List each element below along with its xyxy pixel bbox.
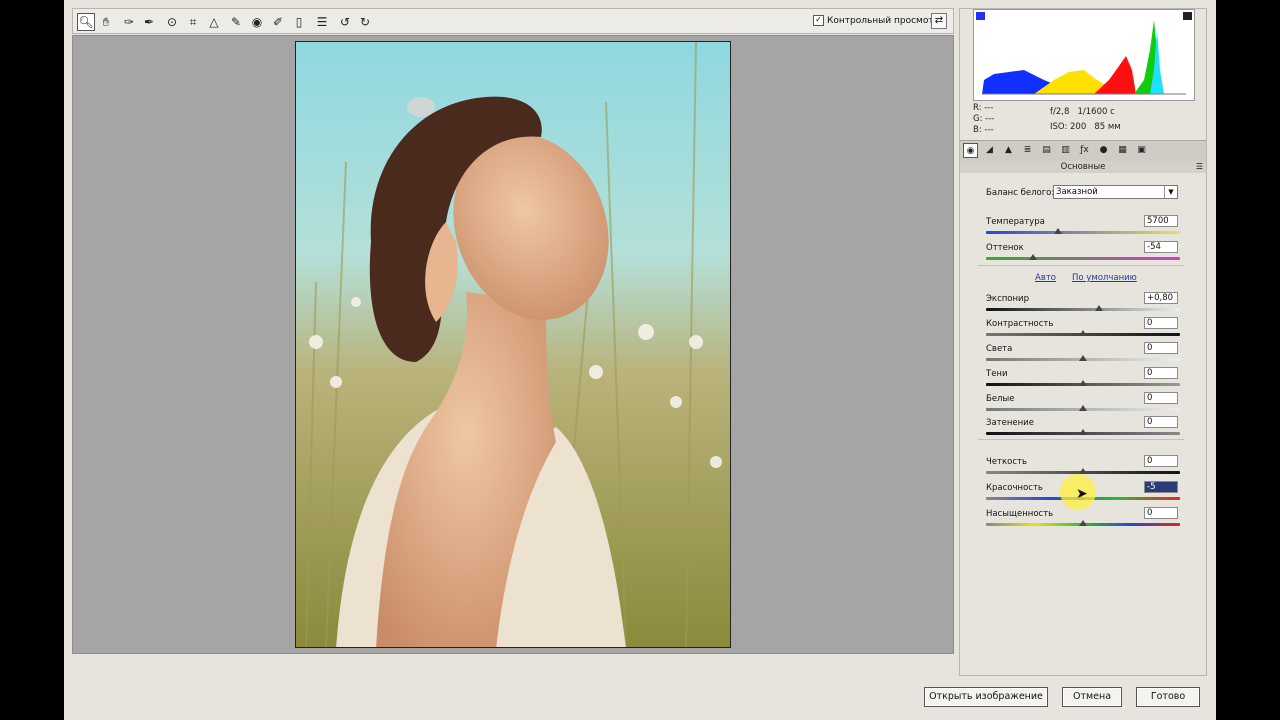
exposure-info: f/2,8 1/1600 с ISO: 200 85 мм	[1050, 107, 1121, 133]
detail-tab-icon[interactable]: ▲	[1001, 143, 1016, 158]
preview-checkbox[interactable]: ✓	[813, 15, 824, 26]
tool-bar: 🔍︎ ✋︎ ✑ ✒ ⊙ ⌗ △ ✎ ◉ ✐ ▯ ☰ ↺ ↻ ✓ Контроль…	[72, 8, 954, 34]
fullscreen-icon[interactable]: ⇄	[931, 13, 947, 29]
divider	[978, 439, 1184, 440]
whites-label: Белые	[986, 394, 1015, 404]
blacks-label: Затенение	[986, 418, 1034, 428]
blacks-slider-thumb[interactable]	[1079, 429, 1087, 435]
clarity-field[interactable]: 0	[1144, 455, 1178, 467]
temperature-label: Температура	[986, 217, 1045, 227]
shadows-field[interactable]: 0	[1144, 367, 1178, 379]
clarity-slider-thumb[interactable]	[1079, 468, 1087, 474]
spot-removal-icon[interactable]: ✎	[227, 13, 245, 31]
color-sampler-icon[interactable]: ✒	[140, 13, 158, 31]
highlights-slider-thumb[interactable]	[1079, 355, 1087, 361]
focal-value: 85 мм	[1094, 122, 1121, 132]
blacks-field[interactable]: 0	[1144, 416, 1178, 428]
rgb-readout: R: --- G: --- B: ---	[973, 103, 994, 136]
photo-preview[interactable]	[295, 41, 731, 648]
red-eye-icon[interactable]: ◉	[248, 13, 266, 31]
default-link[interactable]: По умолчанию	[1072, 273, 1137, 283]
histogram	[973, 9, 1195, 101]
basic-tab-icon[interactable]: ◉	[963, 143, 978, 158]
divider	[978, 265, 1184, 266]
contrast-label: Контрастность	[986, 319, 1054, 329]
aperture-value: f/2,8	[1050, 107, 1070, 117]
white-balance-select[interactable]: Заказной ▼	[1053, 185, 1178, 199]
clarity-label: Четкость	[986, 457, 1027, 467]
crop-icon[interactable]: ⌗	[184, 13, 202, 31]
temperature-slider[interactable]	[986, 231, 1180, 234]
readout-r: R: ---	[973, 103, 994, 113]
tint-slider-thumb[interactable]	[1028, 254, 1037, 260]
split-toning-tab-icon[interactable]: ▤	[1039, 143, 1054, 158]
panel-menu-icon[interactable]: ☰	[1196, 162, 1203, 171]
saturation-slider-thumb[interactable]	[1079, 520, 1087, 526]
saturation-label: Насыщенность	[986, 509, 1054, 519]
highlights-label: Света	[986, 344, 1013, 354]
chevron-down-icon: ▼	[1164, 186, 1177, 198]
zoom-icon[interactable]: 🔍︎	[77, 13, 95, 31]
fx-tab-icon[interactable]: ƒx	[1077, 143, 1092, 158]
contrast-slider-thumb[interactable]	[1079, 330, 1087, 336]
shadows-slider-thumb[interactable]	[1079, 380, 1087, 386]
tint-label: Оттенок	[986, 243, 1024, 253]
auto-link[interactable]: Авто	[1035, 273, 1056, 283]
rotate-left-icon[interactable]: ↺	[336, 13, 354, 31]
white-balance-eyedropper-icon[interactable]: ✑	[120, 13, 138, 31]
tone-curve-tab-icon[interactable]: ◢	[982, 143, 997, 158]
preview-toggle[interactable]: ✓ Контрольный просмотр	[813, 15, 939, 26]
adjustment-brush-icon[interactable]: ✐	[269, 13, 287, 31]
saturation-field[interactable]: 0	[1144, 507, 1178, 519]
readout-b: B: ---	[973, 125, 994, 135]
settings-panel: R: --- G: --- B: --- f/2,8 1/1600 с ISO:…	[959, 8, 1207, 676]
panel-tabs: ◉ ◢ ▲ ≣ ▤ ▥ ƒx ● ▦ ▣	[960, 140, 1206, 162]
preferences-icon[interactable]: ☰	[313, 13, 331, 31]
iso-value: ISO: 200	[1050, 122, 1087, 132]
snapshots-tab-icon[interactable]: ▣	[1134, 143, 1149, 158]
straighten-icon[interactable]: △	[205, 13, 223, 31]
tint-slider[interactable]	[986, 257, 1180, 260]
vibrance-label: Красочность	[986, 483, 1043, 493]
temperature-slider-thumb[interactable]	[1053, 228, 1062, 234]
temperature-field[interactable]: 5700	[1144, 215, 1178, 227]
preview-label: Контрольный просмотр	[827, 15, 940, 26]
exposure-label: Экспонир	[986, 294, 1029, 304]
hand-icon[interactable]: ✋︎	[97, 13, 115, 31]
readout-g: G: ---	[973, 114, 995, 124]
whites-field[interactable]: 0	[1144, 392, 1178, 404]
contrast-field[interactable]: 0	[1144, 317, 1178, 329]
vibrance-field[interactable]: -5	[1144, 481, 1178, 493]
whites-slider-thumb[interactable]	[1079, 405, 1087, 411]
hsl-tab-icon[interactable]: ≣	[1020, 143, 1035, 158]
graduated-filter-icon[interactable]: ▯	[290, 13, 308, 31]
tint-field[interactable]: -54	[1144, 241, 1178, 253]
highlights-field[interactable]: 0	[1144, 342, 1178, 354]
section-title: Основные	[960, 161, 1206, 173]
exposure-slider-thumb[interactable]	[1094, 305, 1103, 311]
cancel-button[interactable]: Отмена	[1062, 687, 1122, 707]
mouse-cursor-icon: ➤	[1076, 486, 1088, 502]
done-button[interactable]: Готово	[1136, 687, 1200, 707]
shadows-label: Тени	[986, 369, 1008, 379]
lens-tab-icon[interactable]: ▥	[1058, 143, 1073, 158]
exposure-slider[interactable]	[986, 308, 1180, 311]
rotate-right-icon[interactable]: ↻	[356, 13, 374, 31]
targeted-adjustment-icon[interactable]: ⊙	[163, 13, 181, 31]
camera-calibration-tab-icon[interactable]: ●	[1096, 143, 1111, 158]
white-balance-value: Заказной	[1056, 187, 1098, 197]
white-balance-label: Баланс белого:	[986, 188, 1055, 198]
shutter-value: 1/1600 с	[1077, 107, 1115, 117]
exposure-field[interactable]: +0,80	[1144, 292, 1178, 304]
presets-tab-icon[interactable]: ▦	[1115, 143, 1130, 158]
open-image-button[interactable]: Открыть изображение	[924, 687, 1048, 707]
